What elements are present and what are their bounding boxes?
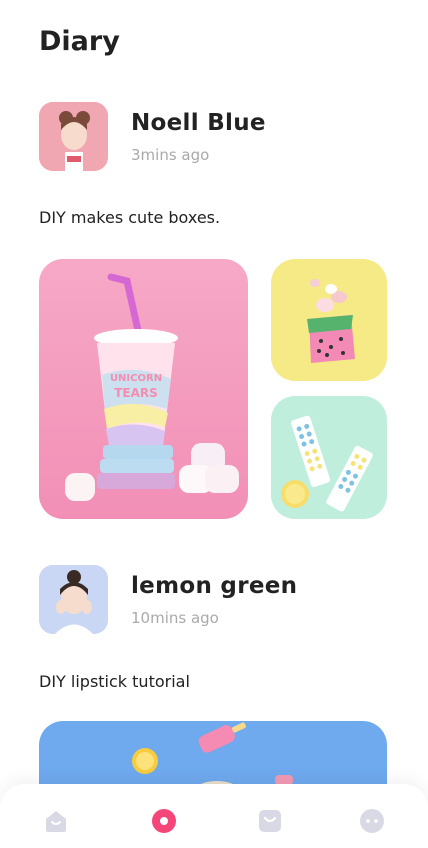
nav-chat[interactable] <box>359 808 385 834</box>
post-photo-small-1[interactable] <box>271 259 387 381</box>
nav-bag[interactable] <box>257 808 283 834</box>
author-name[interactable]: Noell Blue <box>131 110 266 136</box>
avatar-image <box>39 565 108 634</box>
home-icon <box>46 811 66 832</box>
author-name[interactable]: lemon green <box>131 573 297 599</box>
avatar[interactable] <box>39 565 108 634</box>
post-header: lemon green 10mins ago <box>39 565 297 634</box>
bottom-nav <box>0 784 428 848</box>
cup-text-1: UNICORN <box>110 373 162 384</box>
post-photo-small-2[interactable] <box>271 396 387 519</box>
avatar[interactable] <box>39 102 108 171</box>
post-time: 10mins ago <box>131 608 219 627</box>
bag-icon <box>259 810 281 832</box>
post-header: Noell Blue 3mins ago <box>39 102 266 171</box>
chat-icon <box>360 809 384 833</box>
record-icon <box>152 809 176 833</box>
cup-text-2: TEARS <box>114 386 158 400</box>
post-caption: DIY lipstick tutorial <box>39 672 190 691</box>
page-title: Diary <box>39 26 120 57</box>
avatar-image <box>39 102 108 171</box>
post-photo-large[interactable]: UNICORN TEARS <box>39 259 248 519</box>
post-time: 3mins ago <box>131 145 210 164</box>
nav-record[interactable] <box>151 808 177 834</box>
nav-home[interactable] <box>43 808 69 834</box>
post-caption: DIY makes cute boxes. <box>39 208 221 227</box>
